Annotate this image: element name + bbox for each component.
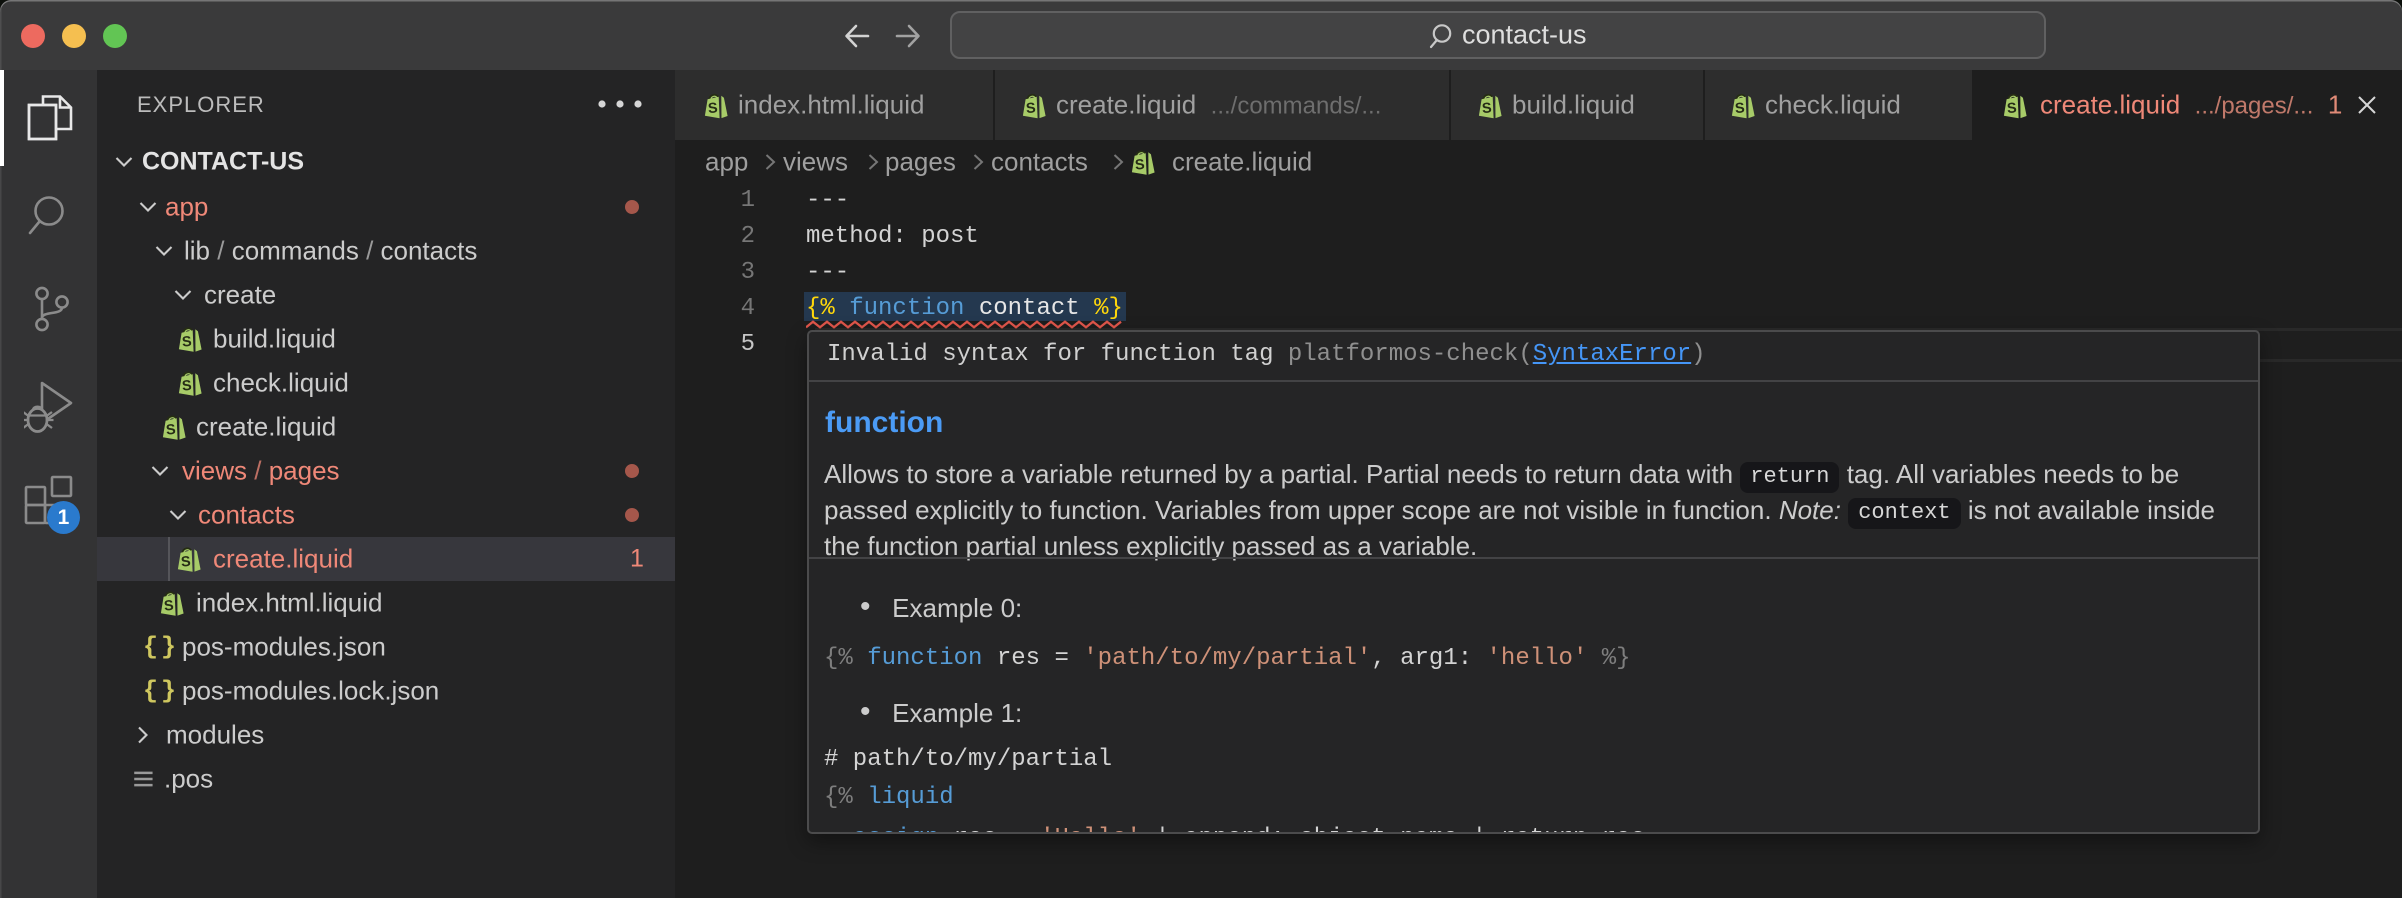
svg-text:S: S: [181, 334, 192, 351]
svg-text:S: S: [181, 378, 192, 395]
svg-text:S: S: [707, 100, 718, 117]
svg-text:S: S: [165, 422, 176, 439]
svg-text:S: S: [180, 554, 191, 571]
svg-text:S: S: [1734, 100, 1745, 117]
svg-text:S: S: [1134, 157, 1145, 174]
svg-text:S: S: [2006, 100, 2017, 117]
svg-text:S: S: [1025, 100, 1036, 117]
svg-text:S: S: [163, 598, 174, 615]
svg-text:S: S: [1481, 100, 1492, 117]
